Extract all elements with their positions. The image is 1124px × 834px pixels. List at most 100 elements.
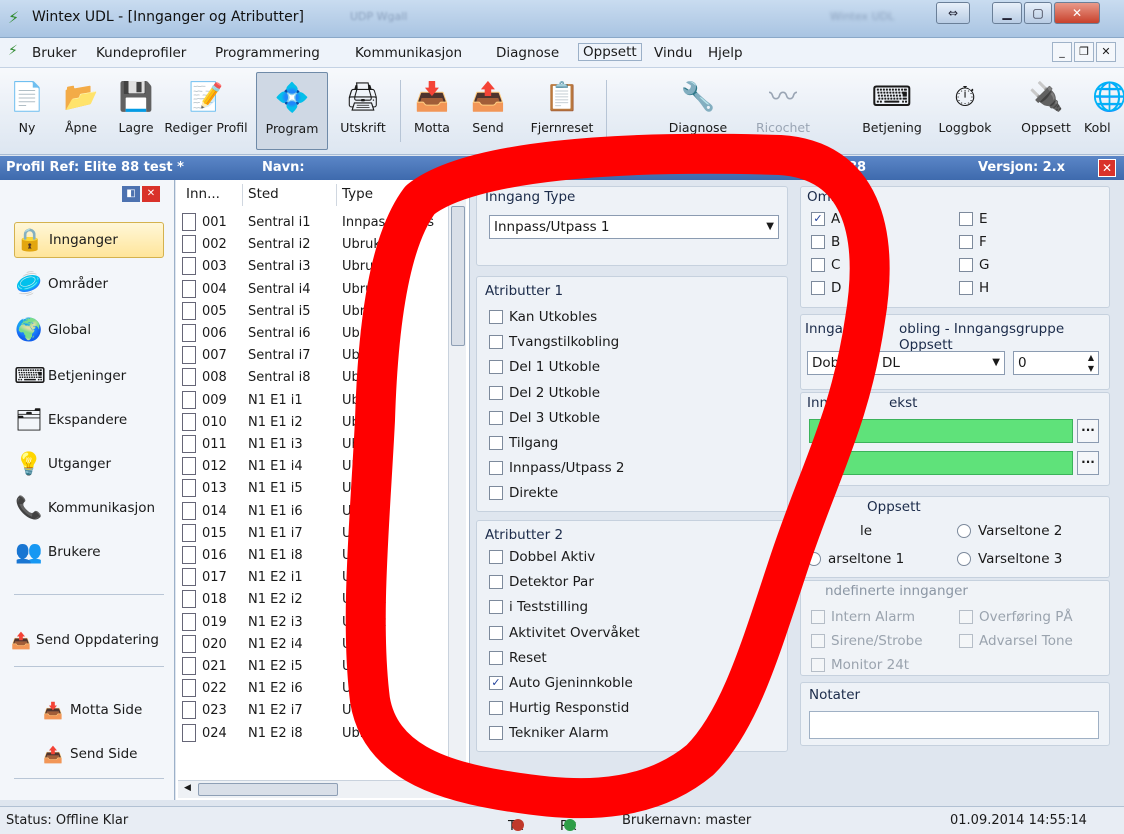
table-row[interactable]: 008 Sentral i8 Ubrukt	[182, 367, 452, 389]
mdi-minimize-button[interactable]: _	[1052, 42, 1072, 62]
group-spinner[interactable]: 0 ▲ ▼	[1013, 351, 1099, 375]
column-header-location[interactable]: Sted	[248, 186, 279, 202]
attr2-checkbox-5[interactable]: ✓ Auto Gjeninnkoble	[489, 675, 633, 691]
attr2-checkbox-4[interactable]: Reset	[489, 650, 547, 666]
app-menu-icon[interactable]: ⚡	[8, 43, 18, 59]
attr1-checkbox-7[interactable]: Direkte	[489, 485, 558, 501]
sidebar-item-betjeninger[interactable]: ⌨ Betjeninger	[14, 358, 164, 394]
sidebar-item-utganger[interactable]: 💡 Utganger	[14, 446, 164, 482]
table-row[interactable]: 002 Sentral i2 Ubrukt	[182, 234, 452, 256]
hscroll-thumb[interactable]	[198, 783, 338, 796]
table-row[interactable]: 001 Sentral i1 Innpass/Utpas	[182, 212, 452, 234]
coupling-select[interactable]: Dobb DL ▼	[807, 351, 1005, 375]
attr2-checkbox-7[interactable]: Tekniker Alarm	[489, 725, 609, 741]
sidebar-item-ekspandere[interactable]: 🗂 Ekspandere	[14, 402, 164, 438]
sidebar-item-global[interactable]: 🌍 Global	[14, 312, 164, 348]
scroll-up-icon[interactable]: ▲	[453, 188, 460, 198]
attr1-checkbox-1[interactable]: Tvangstilkobling	[489, 334, 619, 350]
table-vertical-scrollbar[interactable]: ▲	[448, 186, 466, 782]
keypad-button[interactable]: ⌨ Betjening	[852, 72, 932, 150]
area-checkbox-c[interactable]: C	[811, 257, 840, 273]
alarm-radio-4[interactable]: Varseltone 3	[957, 551, 1062, 567]
table-row[interactable]: 024 N1 E2 i8 Ubrukt	[182, 723, 452, 745]
table-row[interactable]: 014 N1 E1 i6 Ubrukt	[182, 501, 452, 523]
attr1-checkbox-4[interactable]: Del 3 Utkoble	[489, 410, 600, 426]
table-row[interactable]: 019 N1 E2 i3 Ubrukt	[182, 612, 452, 634]
diagnose-button[interactable]: 🔧 Diagnose	[660, 72, 736, 150]
table-row[interactable]: 021 N1 E2 i5 Ubrukt	[182, 656, 452, 678]
close-profile-button[interactable]: ✕	[1098, 159, 1116, 177]
table-row[interactable]: 005 Sentral i5 Ubrukt	[182, 301, 452, 323]
attr2-checkbox-2[interactable]: i Teststilling	[489, 599, 588, 615]
minimize-button[interactable]: ▁	[992, 2, 1022, 24]
scroll-left-icon[interactable]: ◀	[184, 783, 191, 793]
menu-kommunikasjon[interactable]: Kommunikasjon	[355, 45, 462, 61]
table-row[interactable]: 006 Sentral i6 Ubrukt	[182, 323, 452, 345]
table-row[interactable]: 003 Sentral i3 Ubrukt	[182, 256, 452, 278]
receive-button[interactable]: 📥 Motta	[404, 72, 460, 150]
receive-page-button[interactable]: 📥 Motta Side	[40, 692, 160, 728]
area-checkbox-g[interactable]: G	[959, 257, 989, 273]
table-row[interactable]: 010 N1 E1 i2 Ubrukt	[182, 412, 452, 434]
area-checkbox-e[interactable]: E	[959, 211, 988, 227]
area-checkbox-h[interactable]: H	[959, 280, 989, 296]
column-header-number[interactable]: Inn...	[186, 186, 220, 202]
sidebar-close-icon[interactable]: ✕	[142, 186, 160, 202]
area-checkbox-d[interactable]: D	[811, 280, 841, 296]
scroll-right-icon[interactable]: ▶	[432, 783, 439, 793]
close-button[interactable]: ✕	[1054, 2, 1100, 24]
notes-input[interactable]	[809, 711, 1099, 739]
spinner-arrows-icon[interactable]: ▲ ▼	[1088, 352, 1094, 374]
menu-hjelp[interactable]: Hjelp	[708, 45, 743, 61]
scroll-thumb[interactable]	[451, 206, 465, 346]
new-button[interactable]: 📄 Ny	[6, 72, 48, 150]
table-row[interactable]: 004 Sentral i4 Ubrukt	[182, 279, 452, 301]
table-row[interactable]: 015 N1 E1 i7 Ubrukt	[182, 523, 452, 545]
attr2-checkbox-0[interactable]: Dobbel Aktiv	[489, 549, 595, 565]
sidebar-item-kommunikasjon[interactable]: 📞 Kommunikasjon	[14, 490, 164, 526]
table-row[interactable]: 020 N1 E2 i4 Ubrukt	[182, 634, 452, 656]
attr1-checkbox-3[interactable]: Del 2 Utkoble	[489, 385, 600, 401]
alarm-radio-1[interactable]: le	[807, 523, 872, 539]
input-text-field-2[interactable]	[809, 451, 1073, 475]
logbook-button[interactable]: ⏱ Loggbok	[930, 72, 1000, 150]
table-row[interactable]: 017 N1 E2 i1 Ubrukt	[182, 567, 452, 589]
table-horizontal-scrollbar[interactable]: ◀ ▶	[178, 780, 450, 798]
table-row[interactable]: 018 N1 E2 i2 Ubrukt	[182, 589, 452, 611]
send-button[interactable]: 📤 Send	[462, 72, 514, 150]
open-button[interactable]: 📂 Åpne	[50, 72, 112, 150]
table-row[interactable]: 023 N1 E2 i7 Ubrukt	[182, 700, 452, 722]
print-button[interactable]: 🖨 Utskrift	[330, 72, 396, 150]
sidebar-item-innganger[interactable]: 🔒 Innganger	[14, 222, 164, 258]
menu-vindu[interactable]: Vindu	[654, 45, 692, 61]
menu-diagnose[interactable]: Diagnose	[496, 45, 559, 61]
attr2-checkbox-3[interactable]: Aktivitet Overvåket	[489, 625, 640, 641]
sidebar-collapse-icon[interactable]: ◧	[122, 186, 140, 202]
area-checkbox-f[interactable]: F	[959, 234, 987, 250]
attr1-checkbox-2[interactable]: Del 1 Utkoble	[489, 359, 600, 375]
alarm-radio-3[interactable]: arseltone 1	[807, 551, 904, 567]
table-row[interactable]: 011 N1 E1 i3 Ubrukt	[182, 434, 452, 456]
table-row[interactable]: 007 Sentral i7 Ubrukt	[182, 345, 452, 367]
send-page-button[interactable]: 📤 Send Side	[40, 736, 160, 772]
setup-button[interactable]: 🔌 Oppsett	[1014, 72, 1078, 150]
menu-programmering[interactable]: Programmering	[215, 45, 320, 61]
menu-bruker[interactable]: Bruker	[32, 45, 77, 61]
attr1-checkbox-5[interactable]: Tilgang	[489, 435, 558, 451]
edit-profile-button[interactable]: 📝 Rediger Profil	[160, 72, 252, 150]
menu-oppsett[interactable]: Oppsett	[578, 43, 642, 61]
save-button[interactable]: 💾 Lagre	[114, 72, 158, 150]
menu-kundeprofiler[interactable]: Kundeprofiler	[96, 45, 186, 61]
send-update-button[interactable]: 📤 Send Oppdatering	[10, 622, 174, 658]
ricochet-button[interactable]: 〰 Ricochet	[748, 72, 818, 150]
table-row[interactable]: 013 N1 E1 i5 Ubrukt	[182, 478, 452, 500]
remote-reset-button[interactable]: 📋 Fjernreset	[522, 72, 602, 150]
sidebar-item-omrader[interactable]: 🥏 Områder	[14, 266, 164, 302]
resize-icon[interactable]: ⇔	[936, 2, 970, 24]
column-header-type[interactable]: Type	[342, 186, 373, 202]
input-text-field-1[interactable]	[809, 419, 1073, 443]
maximize-button[interactable]: ▢	[1024, 2, 1052, 24]
attr2-checkbox-1[interactable]: Detektor Par	[489, 574, 594, 590]
program-button[interactable]: 💠 Program	[256, 72, 328, 150]
mdi-close-button[interactable]: ✕	[1096, 42, 1116, 62]
